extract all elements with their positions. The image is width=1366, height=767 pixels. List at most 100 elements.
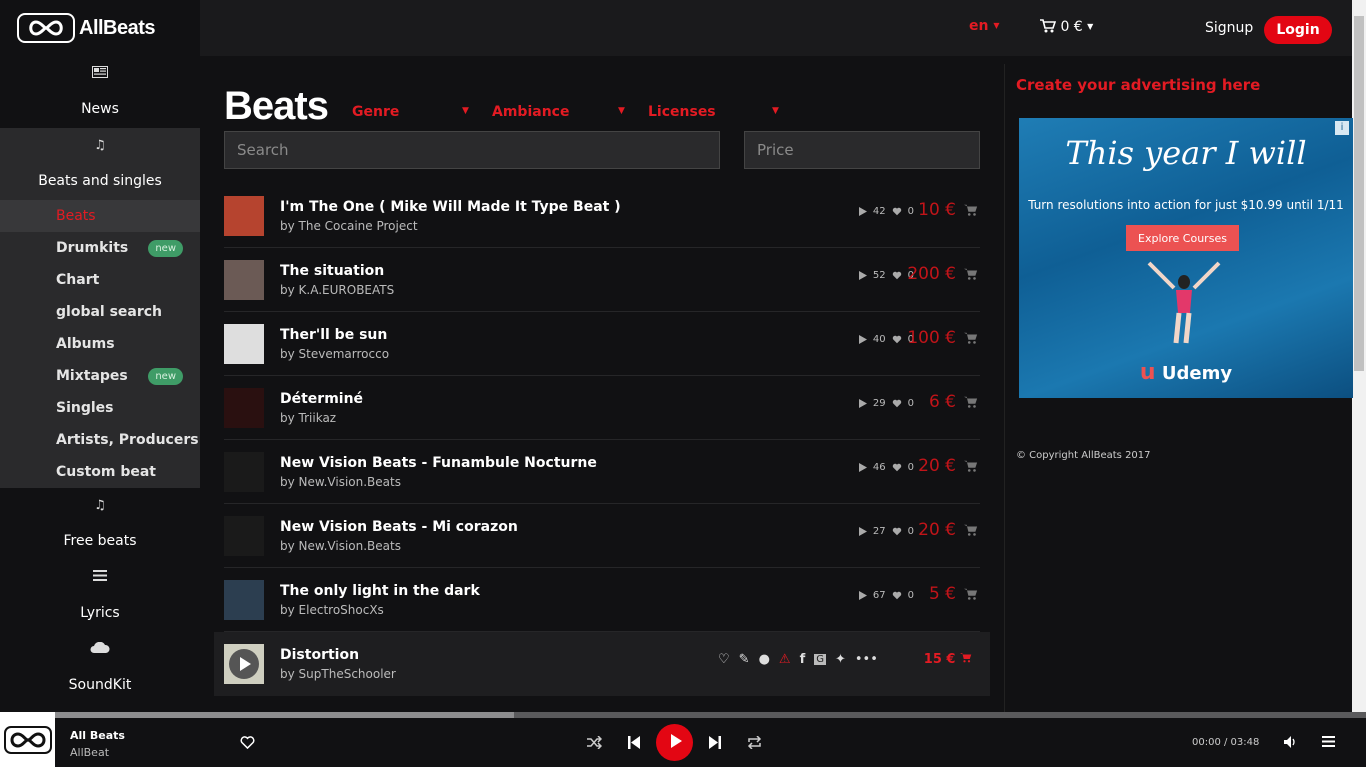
shuffle-icon[interactable]	[587, 736, 602, 749]
track-artist[interactable]: New.Vision.Beats	[299, 539, 401, 553]
track-price[interactable]: 20 €	[918, 520, 956, 540]
page-scrollbar[interactable]	[1352, 0, 1366, 712]
track-title[interactable]: I'm The One ( Mike Will Made It Type Bea…	[280, 199, 621, 215]
track-price[interactable]: 10 €	[918, 200, 956, 220]
track-artist[interactable]: The Cocaine Project	[299, 219, 418, 233]
add-to-cart-icon[interactable]	[964, 395, 978, 409]
scrollbar-thumb[interactable]	[1354, 16, 1364, 371]
track-price[interactable]: 6 €	[929, 392, 956, 412]
sidebar-item-soundkit[interactable]: SoundKit	[0, 632, 200, 704]
logo[interactable]: AllBeats	[0, 0, 200, 56]
sidebar-item-news[interactable]: News	[0, 56, 200, 128]
add-to-cart-icon[interactable]	[964, 523, 978, 537]
explore-courses-button[interactable]: Explore Courses	[1126, 225, 1239, 251]
repeat-icon[interactable]	[747, 736, 762, 749]
track-artist[interactable]: ElectroShocXs	[299, 603, 384, 617]
track-price[interactable]: 5 €	[929, 584, 956, 604]
track-row[interactable]: The only light in the dark by ElectroShoc…	[224, 568, 980, 632]
sidebar-item-beats-singles[interactable]: ♫ Beats and singles	[0, 128, 200, 200]
track-artwork[interactable]	[224, 260, 264, 300]
previous-track-icon[interactable]	[628, 736, 640, 749]
sidebar-item-albums[interactable]: Albums	[0, 328, 200, 360]
track-artist[interactable]: New.Vision.Beats	[299, 475, 401, 489]
track-title[interactable]: Déterminé	[280, 391, 363, 407]
heart-icon[interactable]	[892, 463, 902, 472]
sidebar-item-drumkits[interactable]: Drumkits new	[0, 232, 200, 264]
sidebar-item-beats[interactable]: Beats	[0, 200, 200, 232]
track-artwork[interactable]	[224, 644, 264, 684]
sidebar-item-mixtapes[interactable]: Mixtapes new	[0, 360, 200, 392]
track-artwork[interactable]	[224, 580, 264, 620]
language-selector[interactable]: en ▼	[969, 18, 1000, 34]
sidebar-item-custom-beat[interactable]: Custom beat	[0, 456, 200, 488]
add-to-cart-icon[interactable]	[964, 203, 978, 217]
track-row[interactable]: The situation by K.A.EUROBEATS 52 0 200 €	[224, 248, 980, 312]
cart-dropdown[interactable]: 0 € ▼	[1040, 19, 1093, 35]
search-input[interactable]	[224, 131, 720, 169]
track-price[interactable]: 100 €	[907, 328, 956, 348]
track-title[interactable]: Ther'll be sun	[280, 327, 387, 343]
ambiance-filter[interactable]: Ambiance ▼	[492, 104, 625, 120]
volume-icon[interactable]	[1284, 736, 1296, 748]
heart-icon[interactable]	[892, 271, 902, 280]
sidebar-item-free-beats[interactable]: ♫ Free beats	[0, 488, 200, 560]
track-price[interactable]: 15 €	[924, 652, 972, 667]
edit-icon[interactable]: ✎	[739, 652, 750, 667]
more-icon[interactable]: •••	[855, 652, 878, 667]
track-artist[interactable]: Triikaz	[299, 411, 337, 425]
sidebar-item-artists-producers[interactable]: Artists, Producers	[0, 424, 200, 456]
next-track-icon[interactable]	[709, 736, 721, 749]
play-button[interactable]	[656, 724, 693, 761]
advertisement[interactable]: i This year I will Turn resolutions into…	[1019, 118, 1353, 398]
heart-icon[interactable]	[892, 207, 902, 216]
heart-icon[interactable]	[892, 399, 902, 408]
track-artwork[interactable]	[224, 324, 264, 364]
create-advertising-link[interactable]: Create your advertising here	[1016, 76, 1260, 94]
playlist-menu-icon[interactable]	[1322, 736, 1335, 747]
track-title[interactable]: New Vision Beats - Mi corazon	[280, 519, 518, 535]
heart-icon[interactable]	[892, 527, 902, 536]
sidebar-item-singles[interactable]: Singles	[0, 392, 200, 424]
sidebar-item-global-search[interactable]: global search	[0, 296, 200, 328]
track-artist[interactable]: K.A.EUROBEATS	[299, 283, 395, 297]
report-icon[interactable]: ⚠	[779, 652, 791, 667]
like-icon[interactable]: ♡	[718, 652, 730, 667]
sidebar-item-lyrics[interactable]: Lyrics	[0, 560, 200, 632]
add-to-cart-icon[interactable]	[964, 459, 978, 473]
heart-icon[interactable]	[892, 335, 902, 344]
twitter-icon[interactable]: ✦	[835, 652, 846, 667]
sidebar-item-chart[interactable]: Chart	[0, 264, 200, 296]
comment-icon[interactable]: ●	[759, 652, 770, 667]
add-to-cart-icon[interactable]	[964, 267, 978, 281]
heart-icon[interactable]	[892, 591, 902, 600]
genre-filter[interactable]: Genre ▼	[352, 104, 469, 120]
track-row[interactable]: Distortion by SupTheSchooler ♡ ✎ ● ⚠ f G ✦ ••• 15 …	[214, 632, 990, 696]
heart-outline-icon[interactable]	[240, 736, 255, 749]
price-input[interactable]	[744, 131, 980, 169]
login-button[interactable]: Login	[1264, 16, 1332, 44]
track-title[interactable]: The situation	[280, 263, 384, 279]
track-artwork[interactable]	[224, 516, 264, 556]
track-artist[interactable]: SupTheSchooler	[299, 667, 396, 681]
track-row[interactable]: Ther'll be sun by Stevemarrocco 40 0 100 €	[224, 312, 980, 376]
track-title[interactable]: New Vision Beats - Funambule Nocturne	[280, 455, 597, 471]
track-title[interactable]: The only light in the dark	[280, 583, 480, 599]
track-row[interactable]: I'm The One ( Mike Will Made It Type Bea…	[224, 184, 980, 248]
add-to-cart-icon[interactable]	[964, 587, 978, 601]
ad-info-icon[interactable]: i	[1335, 121, 1349, 135]
track-title[interactable]: Distortion	[280, 647, 359, 663]
track-price[interactable]: 20 €	[918, 456, 956, 476]
track-row[interactable]: Déterminé by Triikaz 29 0 6 €	[224, 376, 980, 440]
track-artwork[interactable]	[224, 196, 264, 236]
track-artwork[interactable]	[224, 388, 264, 428]
google-plus-icon[interactable]: G	[814, 654, 826, 665]
facebook-icon[interactable]: f	[800, 652, 806, 667]
track-price[interactable]: 200 €	[907, 264, 956, 284]
track-artist[interactable]: Stevemarrocco	[299, 347, 390, 361]
track-artwork[interactable]	[224, 452, 264, 492]
play-overlay-icon[interactable]	[224, 644, 264, 684]
track-row[interactable]: New Vision Beats - Mi corazon by New.Visi…	[224, 504, 980, 568]
track-row[interactable]: New Vision Beats - Funambule Nocturne by …	[224, 440, 980, 504]
signup-link[interactable]: Signup	[1205, 20, 1253, 36]
licenses-filter[interactable]: Licenses ▼	[648, 104, 779, 120]
